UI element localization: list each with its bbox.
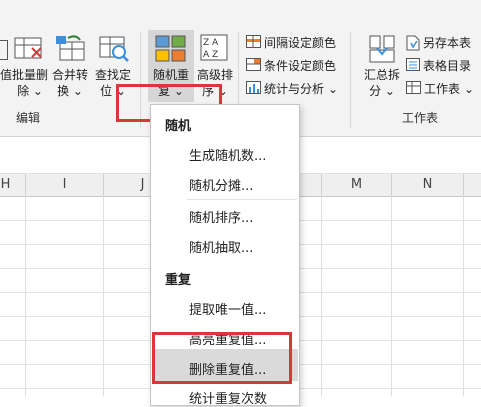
column-header-i[interactable]: I xyxy=(26,174,104,196)
advanced-sort-icon: Z A A Z xyxy=(200,34,228,61)
sheet-index-label: 表格目录 xyxy=(423,59,472,73)
column-header-n[interactable]: N xyxy=(392,174,464,196)
save-sheet-label: 另存本表 xyxy=(423,36,472,50)
batch-delete-icon xyxy=(14,37,42,59)
stats-analysis-label: 统计与分析 ⌄ xyxy=(264,82,338,96)
merge-convert-label-2: 换 ⌄ xyxy=(57,84,83,98)
dropdown-section-repeat: 重复 xyxy=(165,273,192,288)
menu-item-generate-random[interactable]: 生成随机数... xyxy=(189,145,266,164)
ribbon-separator xyxy=(350,32,351,128)
menu-item-random-sort[interactable]: 随机排序... xyxy=(189,207,253,226)
menu-item-count-duplicates[interactable]: 统计重复次数 xyxy=(189,388,267,407)
svg-text:A Z: A Z xyxy=(203,50,218,60)
menu-item-random-allocate[interactable]: 随机分摊... xyxy=(189,175,253,194)
random-repeat-label-1: 随机重 xyxy=(152,68,189,82)
random-repeat-icon xyxy=(155,35,186,62)
stats-analysis-icon xyxy=(246,81,261,94)
merge-convert-icon xyxy=(56,35,85,61)
advanced-sort-label-1: 高级排 xyxy=(196,68,233,82)
summarize-split-icon xyxy=(369,35,395,63)
save-sheet-icon xyxy=(406,35,420,51)
dropdown-section-random: 随机 xyxy=(165,119,192,134)
batch-delete-label-2: 除 ⌄ xyxy=(17,84,43,98)
interval-color-icon xyxy=(246,35,261,48)
find-locate-label-1: 查找定 xyxy=(94,68,131,82)
worksheet-label: 工作表 ⌄ xyxy=(424,82,474,96)
menu-item-random-sample[interactable]: 随机抽取... xyxy=(189,237,253,256)
grid-line xyxy=(25,196,26,396)
column-header-m[interactable]: M xyxy=(322,174,392,196)
group-label-sheet: 工作表 xyxy=(402,111,439,125)
conditional-color-label: 条件设定颜色 xyxy=(264,59,337,73)
table-icon xyxy=(0,40,8,60)
summarize-split-label-2: 分 ⌄ xyxy=(369,84,395,98)
batch-delete-label-1: 批量删 xyxy=(11,68,48,82)
group-label-edit: 编辑 xyxy=(16,111,41,125)
summarize-split-label-1: 汇总拆 xyxy=(363,68,400,82)
find-locate-icon xyxy=(99,36,129,62)
menu-separator xyxy=(187,199,297,200)
column-header-o[interactable] xyxy=(464,174,481,196)
column-header-h[interactable]: H xyxy=(0,174,26,196)
sheet-index-icon xyxy=(406,58,420,71)
interval-color-label: 间隔设定颜色 xyxy=(264,36,337,50)
worksheet-icon xyxy=(406,81,421,94)
grid-line xyxy=(463,196,464,396)
menu-item-extract-unique[interactable]: 提取唯一值... xyxy=(189,299,266,318)
grid-line xyxy=(321,196,322,396)
highlight-box-delete-duplicates xyxy=(152,332,292,384)
merge-convert-label-1: 合并转 xyxy=(51,68,88,82)
conditional-color-icon xyxy=(246,58,261,71)
grid-line xyxy=(103,196,104,396)
svg-text:Z A: Z A xyxy=(203,38,219,48)
grid-line xyxy=(391,196,392,396)
